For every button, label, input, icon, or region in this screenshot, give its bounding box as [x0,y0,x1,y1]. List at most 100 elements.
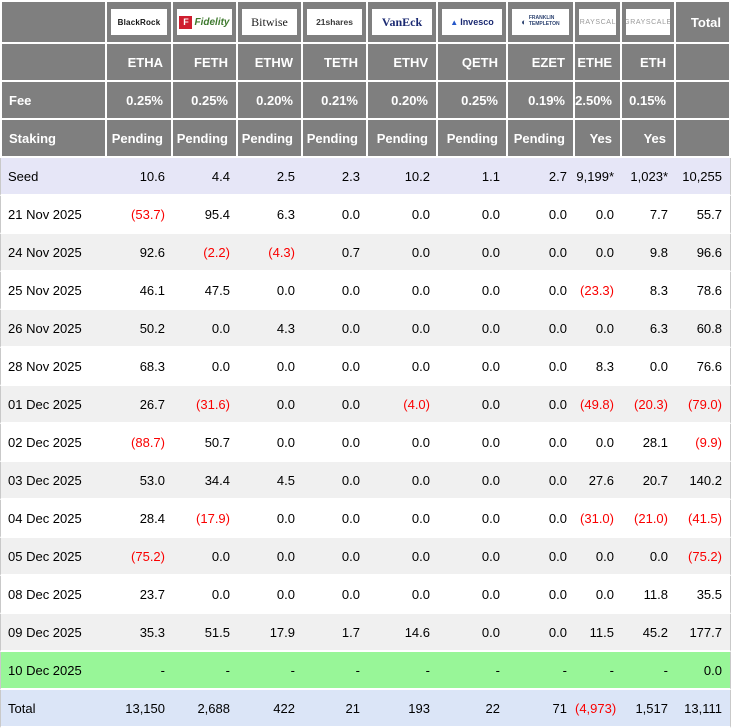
table-row: 05 Dec 2025(75.2)0.00.00.00.00.00.00.00.… [0,538,731,576]
flow-value-cell: 0.0 [303,500,368,538]
table-row: 25 Nov 202546.147.50.00.00.00.00.0(23.3)… [0,272,731,310]
table-row: 26 Nov 202550.20.04.30.00.00.00.00.06.36… [0,310,731,348]
flow-value-cell: 35.5 [676,576,731,614]
flow-value-cell: 0.0 [508,310,575,348]
flow-value-cell: 21 [303,690,368,728]
staking-cell: Pending [508,120,575,158]
ticker-cell: FETH [173,44,238,82]
flow-value-cell: 140.2 [676,462,731,500]
flow-value-cell: 0.0 [508,614,575,652]
flow-value-cell: 0.0 [508,576,575,614]
flow-value-cell: 95.4 [173,196,238,234]
flow-value-cell: (49.8) [575,386,622,424]
row-label: 28 Nov 2025 [0,348,107,386]
flow-value-cell: 35.3 [107,614,173,652]
flow-value-cell: 193 [368,690,438,728]
flow-value-cell: 71 [508,690,575,728]
flow-value-cell: 0.0 [438,538,508,576]
flow-value-cell: (20.3) [622,386,676,424]
flow-value-cell: 0.0 [508,386,575,424]
flow-value-cell: 0.0 [368,310,438,348]
flow-value-cell: 0.0 [438,386,508,424]
flow-value-cell: (4,973) [575,690,622,728]
staking-cell: Yes [622,120,676,158]
flow-value-cell: 0.0 [508,462,575,500]
flow-value-cell: 0.0 [303,538,368,576]
ticker-cell: EZET [508,44,575,82]
row-label: 02 Dec 2025 [0,424,107,462]
row-label: 05 Dec 2025 [0,538,107,576]
flow-value-cell: 0.0 [438,576,508,614]
fidelity-logo: F Fidelity [177,9,232,35]
flow-value-cell: 0.0 [508,500,575,538]
staking-cell: Yes [575,120,622,158]
invesco-peak-icon: ▲ [450,18,458,27]
flow-value-cell: 0.0 [303,348,368,386]
flow-value-cell: 0.7 [303,234,368,272]
flow-value-cell: - [368,652,438,690]
flow-value-cell: 0.0 [575,310,622,348]
flow-value-cell: 0.0 [368,234,438,272]
staking-cell: Pending [173,120,238,158]
flow-value-cell: (4.0) [368,386,438,424]
flow-value-cell: 0.0 [438,196,508,234]
flow-value-cell: (4.3) [238,234,303,272]
staking-cell: Pending [438,120,508,158]
flow-value-cell: 23.7 [107,576,173,614]
flow-value-cell: (23.3) [575,272,622,310]
flow-value-cell: 0.0 [368,348,438,386]
row-label: 21 Nov 2025 [0,196,107,234]
flow-value-cell: 4.4 [173,158,238,196]
flow-value-cell: 0.0 [438,234,508,272]
flow-value-cell: 0.0 [508,538,575,576]
ticker-cell: ETHV [368,44,438,82]
flow-value-cell: 13,111 [676,690,731,728]
flow-value-cell: 0.0 [303,386,368,424]
flow-value-cell: - [438,652,508,690]
flow-value-cell: 10.2 [368,158,438,196]
flow-value-cell: 177.7 [676,614,731,652]
flow-value-cell: 4.3 [238,310,303,348]
flow-value-cell: 0.0 [508,272,575,310]
ticker-cell: ETHE [575,44,622,82]
ticker-cell: ETHA [107,44,173,82]
flow-value-cell: 11.5 [575,614,622,652]
flow-value-cell: 0.0 [508,196,575,234]
flow-value-cell: 0.0 [676,652,731,690]
table-row: 10 Dec 2025---------0.0 [0,652,731,690]
flow-value-cell: 92.6 [107,234,173,272]
flow-value-cell: 20.7 [622,462,676,500]
flow-value-cell: 0.0 [575,424,622,462]
flow-value-cell: 50.7 [173,424,238,462]
flow-value-cell: (79.0) [676,386,731,424]
flow-value-cell: 0.0 [368,538,438,576]
row-label: 25 Nov 2025 [0,272,107,310]
flow-value-cell: - [575,652,622,690]
table-row: Total13,1502,688422211932271(4,973)1,517… [0,690,731,728]
flow-value-cell: - [508,652,575,690]
flow-value-cell: 0.0 [368,500,438,538]
row-label: 04 Dec 2025 [0,500,107,538]
flow-value-cell: 0.0 [368,576,438,614]
row-label: 01 Dec 2025 [0,386,107,424]
flow-value-cell: 0.0 [622,538,676,576]
flow-value-cell: 0.0 [303,576,368,614]
table-row: 03 Dec 202553.034.44.50.00.00.00.027.620… [0,462,731,500]
blackrock-logo: BlackRock [111,9,167,35]
flow-value-cell: (41.5) [676,500,731,538]
flow-value-cell: 0.0 [508,424,575,462]
flow-value-cell: 0.0 [575,196,622,234]
row-label: 24 Nov 2025 [0,234,107,272]
provider-logo-cell: VanEck [368,0,438,44]
flow-value-cell: 2,688 [173,690,238,728]
flow-value-cell: 6.3 [238,196,303,234]
fee-cell: 0.25% [438,82,508,120]
flow-value-cell: 0.0 [238,424,303,462]
fidelity-f-icon: F [179,16,192,29]
table-row: 08 Dec 202523.70.00.00.00.00.00.00.011.8… [0,576,731,614]
ticker-total-spacer [676,44,731,82]
staking-row-label: Staking [0,120,107,158]
bitwise-logo: Bitwise [242,9,297,35]
flow-value-cell: 14.6 [368,614,438,652]
ticker-cell: QETH [438,44,508,82]
